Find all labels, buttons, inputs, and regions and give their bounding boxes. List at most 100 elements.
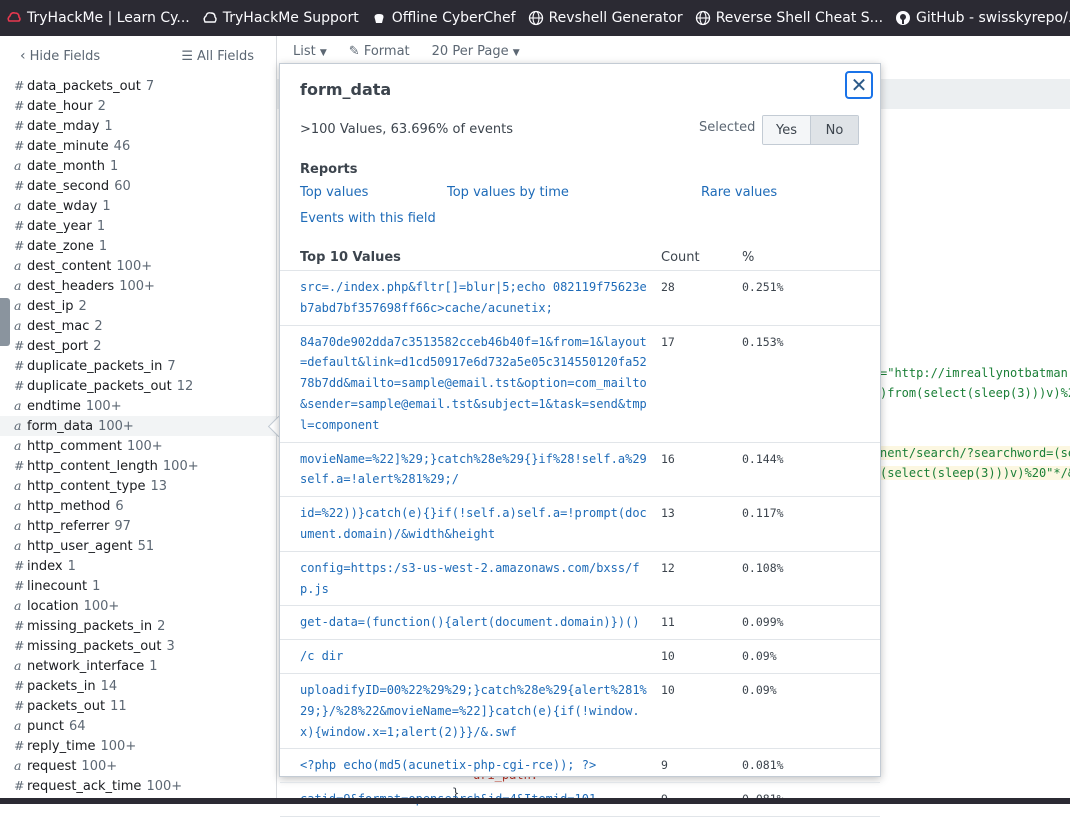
all-fields-button[interactable]: ☰ All Fields: [181, 49, 254, 64]
field-item[interactable]: a http_comment 100+: [0, 436, 276, 456]
top-values-link[interactable]: Top values: [300, 185, 368, 200]
field-item[interactable]: a dest_headers 100+: [0, 276, 276, 296]
field-item[interactable]: a dest_content 100+: [0, 256, 276, 276]
field-item[interactable]: a date_month 1: [0, 156, 276, 176]
field-item[interactable]: # linecount 1: [0, 576, 276, 596]
field-item[interactable]: # missing_packets_out 3: [0, 636, 276, 656]
field-item[interactable]: a http_user_agent 51: [0, 536, 276, 556]
field-item[interactable]: # index 1: [0, 556, 276, 576]
reports-heading: Reports: [300, 162, 358, 177]
field-item[interactable]: # date_second 60: [0, 176, 276, 196]
field-item[interactable]: a location 100+: [0, 596, 276, 616]
field-type-icon: a: [14, 198, 22, 213]
value-link[interactable]: get-data=(function(){alert(document.doma…: [300, 612, 650, 633]
field-item[interactable]: # missing_packets_in 2: [0, 616, 276, 636]
bookmark-github[interactable]: GitHub - swisskyrepo/...: [889, 0, 1070, 36]
field-item[interactable]: a dest_mac 2: [0, 316, 276, 336]
value-link[interactable]: 84a70de902dda7c3513582cceb46b40f=1&from=…: [300, 332, 650, 436]
value-link[interactable]: <?php echo(md5(acunetix-php-cgi-rce)); ?…: [300, 755, 650, 776]
bookmark-cyberchef[interactable]: Offline CyberChef: [365, 0, 522, 36]
chevron-left-icon: ‹: [20, 48, 26, 64]
bookmark-reverse-shell-cheat-sheet[interactable]: Reverse Shell Cheat S...: [689, 0, 889, 36]
field-item[interactable]: a punct 64: [0, 716, 276, 736]
events-with-field-link[interactable]: Events with this field: [300, 211, 436, 226]
field-item[interactable]: # packets_in 14: [0, 676, 276, 696]
field-item[interactable]: # date_zone 1: [0, 236, 276, 256]
field-type-icon: #: [14, 78, 25, 93]
value-link[interactable]: uploadifyID=00%22%29%29;}catch%28e%29{al…: [300, 680, 650, 742]
field-type-icon: a: [14, 498, 22, 513]
value-count: 12: [661, 560, 675, 575]
top-values-by-time-link[interactable]: Top values by time: [447, 185, 569, 200]
field-type-icon: #: [14, 378, 25, 393]
field-item[interactable]: # date_year 1: [0, 216, 276, 236]
field-type-icon: #: [14, 338, 25, 353]
field-item[interactable]: a form_data 100+: [0, 416, 276, 436]
field-count: 7: [167, 359, 176, 374]
field-item[interactable]: a http_referrer 97: [0, 516, 276, 536]
field-item[interactable]: # reply_time 100+: [0, 736, 276, 756]
field-type-icon: #: [14, 618, 25, 633]
field-count: 100+: [146, 779, 183, 794]
field-count: 100+: [83, 599, 120, 614]
value-percent: 0.251%: [742, 280, 784, 294]
selected-no-button[interactable]: No: [811, 116, 858, 144]
field-item[interactable]: a network_interface 1: [0, 656, 276, 676]
results-toolbar: List ▼ ✎ Format 20 Per Page ▼: [293, 44, 520, 59]
per-page-dropdown[interactable]: 20 Per Page ▼: [432, 44, 520, 59]
field-name: form_data: [27, 419, 94, 434]
value-link[interactable]: config=https:/s3-us-west-2.amazonaws.com…: [300, 558, 650, 600]
field-name: date_year: [27, 219, 92, 234]
value-count: 11: [661, 615, 675, 630]
event-text-line: ="http://imreallynotbatman.c: [880, 366, 1070, 380]
field-item[interactable]: # duplicate_packets_in 7: [0, 356, 276, 376]
list-view-dropdown[interactable]: List ▼: [293, 44, 327, 59]
value-percent: 0.117%: [742, 506, 784, 521]
field-item[interactable]: # dest_port 2: [0, 336, 276, 356]
field-item[interactable]: # data_packets_out 7: [0, 76, 276, 96]
field-type-icon: #: [14, 218, 25, 233]
field-type-icon: #: [14, 638, 25, 653]
field-item[interactable]: # date_hour 2: [0, 96, 276, 116]
value-link[interactable]: id=%22))}catch(e){}if(!self.a)self.a=!pr…: [300, 503, 650, 545]
value-count: 10: [661, 682, 675, 697]
field-name: dest_port: [27, 339, 89, 354]
field-count: 64: [68, 719, 86, 734]
value-count: 9: [661, 758, 668, 773]
field-item[interactable]: a request 100+: [0, 756, 276, 776]
field-item[interactable]: # request_ack_time 100+: [0, 776, 276, 796]
rare-values-link[interactable]: Rare values: [701, 185, 777, 200]
event-text-line: nent/search/?searchword=(se: [880, 446, 1070, 460]
field-type-icon: #: [14, 578, 25, 593]
field-item[interactable]: a endtime 100+: [0, 396, 276, 416]
field-count: 1: [149, 659, 158, 674]
value-link[interactable]: movieName=%22]%29;}catch%28e%29{}if%28!s…: [300, 449, 650, 491]
hide-fields-button[interactable]: ‹ Hide Fields: [20, 48, 100, 64]
field-name: date_minute: [27, 139, 109, 154]
value-percent: 0.153%: [742, 334, 784, 349]
field-item[interactable]: # http_content_length 100+: [0, 456, 276, 476]
selected-yes-button[interactable]: Yes: [763, 116, 811, 144]
field-item[interactable]: # duplicate_packets_out 12: [0, 376, 276, 396]
close-button[interactable]: ✕: [845, 71, 873, 99]
field-name: linecount: [27, 579, 88, 594]
field-name: date_month: [27, 159, 106, 174]
field-item[interactable]: a http_content_type 13: [0, 476, 276, 496]
value-link[interactable]: /c dir: [300, 646, 650, 667]
field-count: 11: [110, 699, 127, 714]
field-name: missing_packets_in: [27, 619, 153, 634]
field-item[interactable]: a date_wday 1: [0, 196, 276, 216]
field-item[interactable]: # date_minute 46: [0, 136, 276, 156]
format-button[interactable]: ✎ Format: [349, 44, 410, 59]
field-item[interactable]: # packets_out 11: [0, 696, 276, 716]
value-link[interactable]: src=./index.php&fltr[]=blur|5;echo 08211…: [300, 277, 650, 319]
field-item[interactable]: # date_mday 1: [0, 116, 276, 136]
sidebar-collapse-handle[interactable]: [0, 298, 10, 346]
field-item[interactable]: a dest_ip 2: [0, 296, 276, 316]
selected-toggle: Yes No: [762, 115, 859, 145]
bookmark-tryhackme[interactable]: TryHackMe | Learn Cy...: [0, 0, 196, 36]
bookmark-revshell-generator[interactable]: Revshell Generator: [522, 0, 689, 36]
bookmark-tryhackme-support[interactable]: TryHackMe Support: [196, 0, 365, 36]
field-item[interactable]: a http_method 6: [0, 496, 276, 516]
field-name: missing_packets_out: [27, 639, 162, 654]
